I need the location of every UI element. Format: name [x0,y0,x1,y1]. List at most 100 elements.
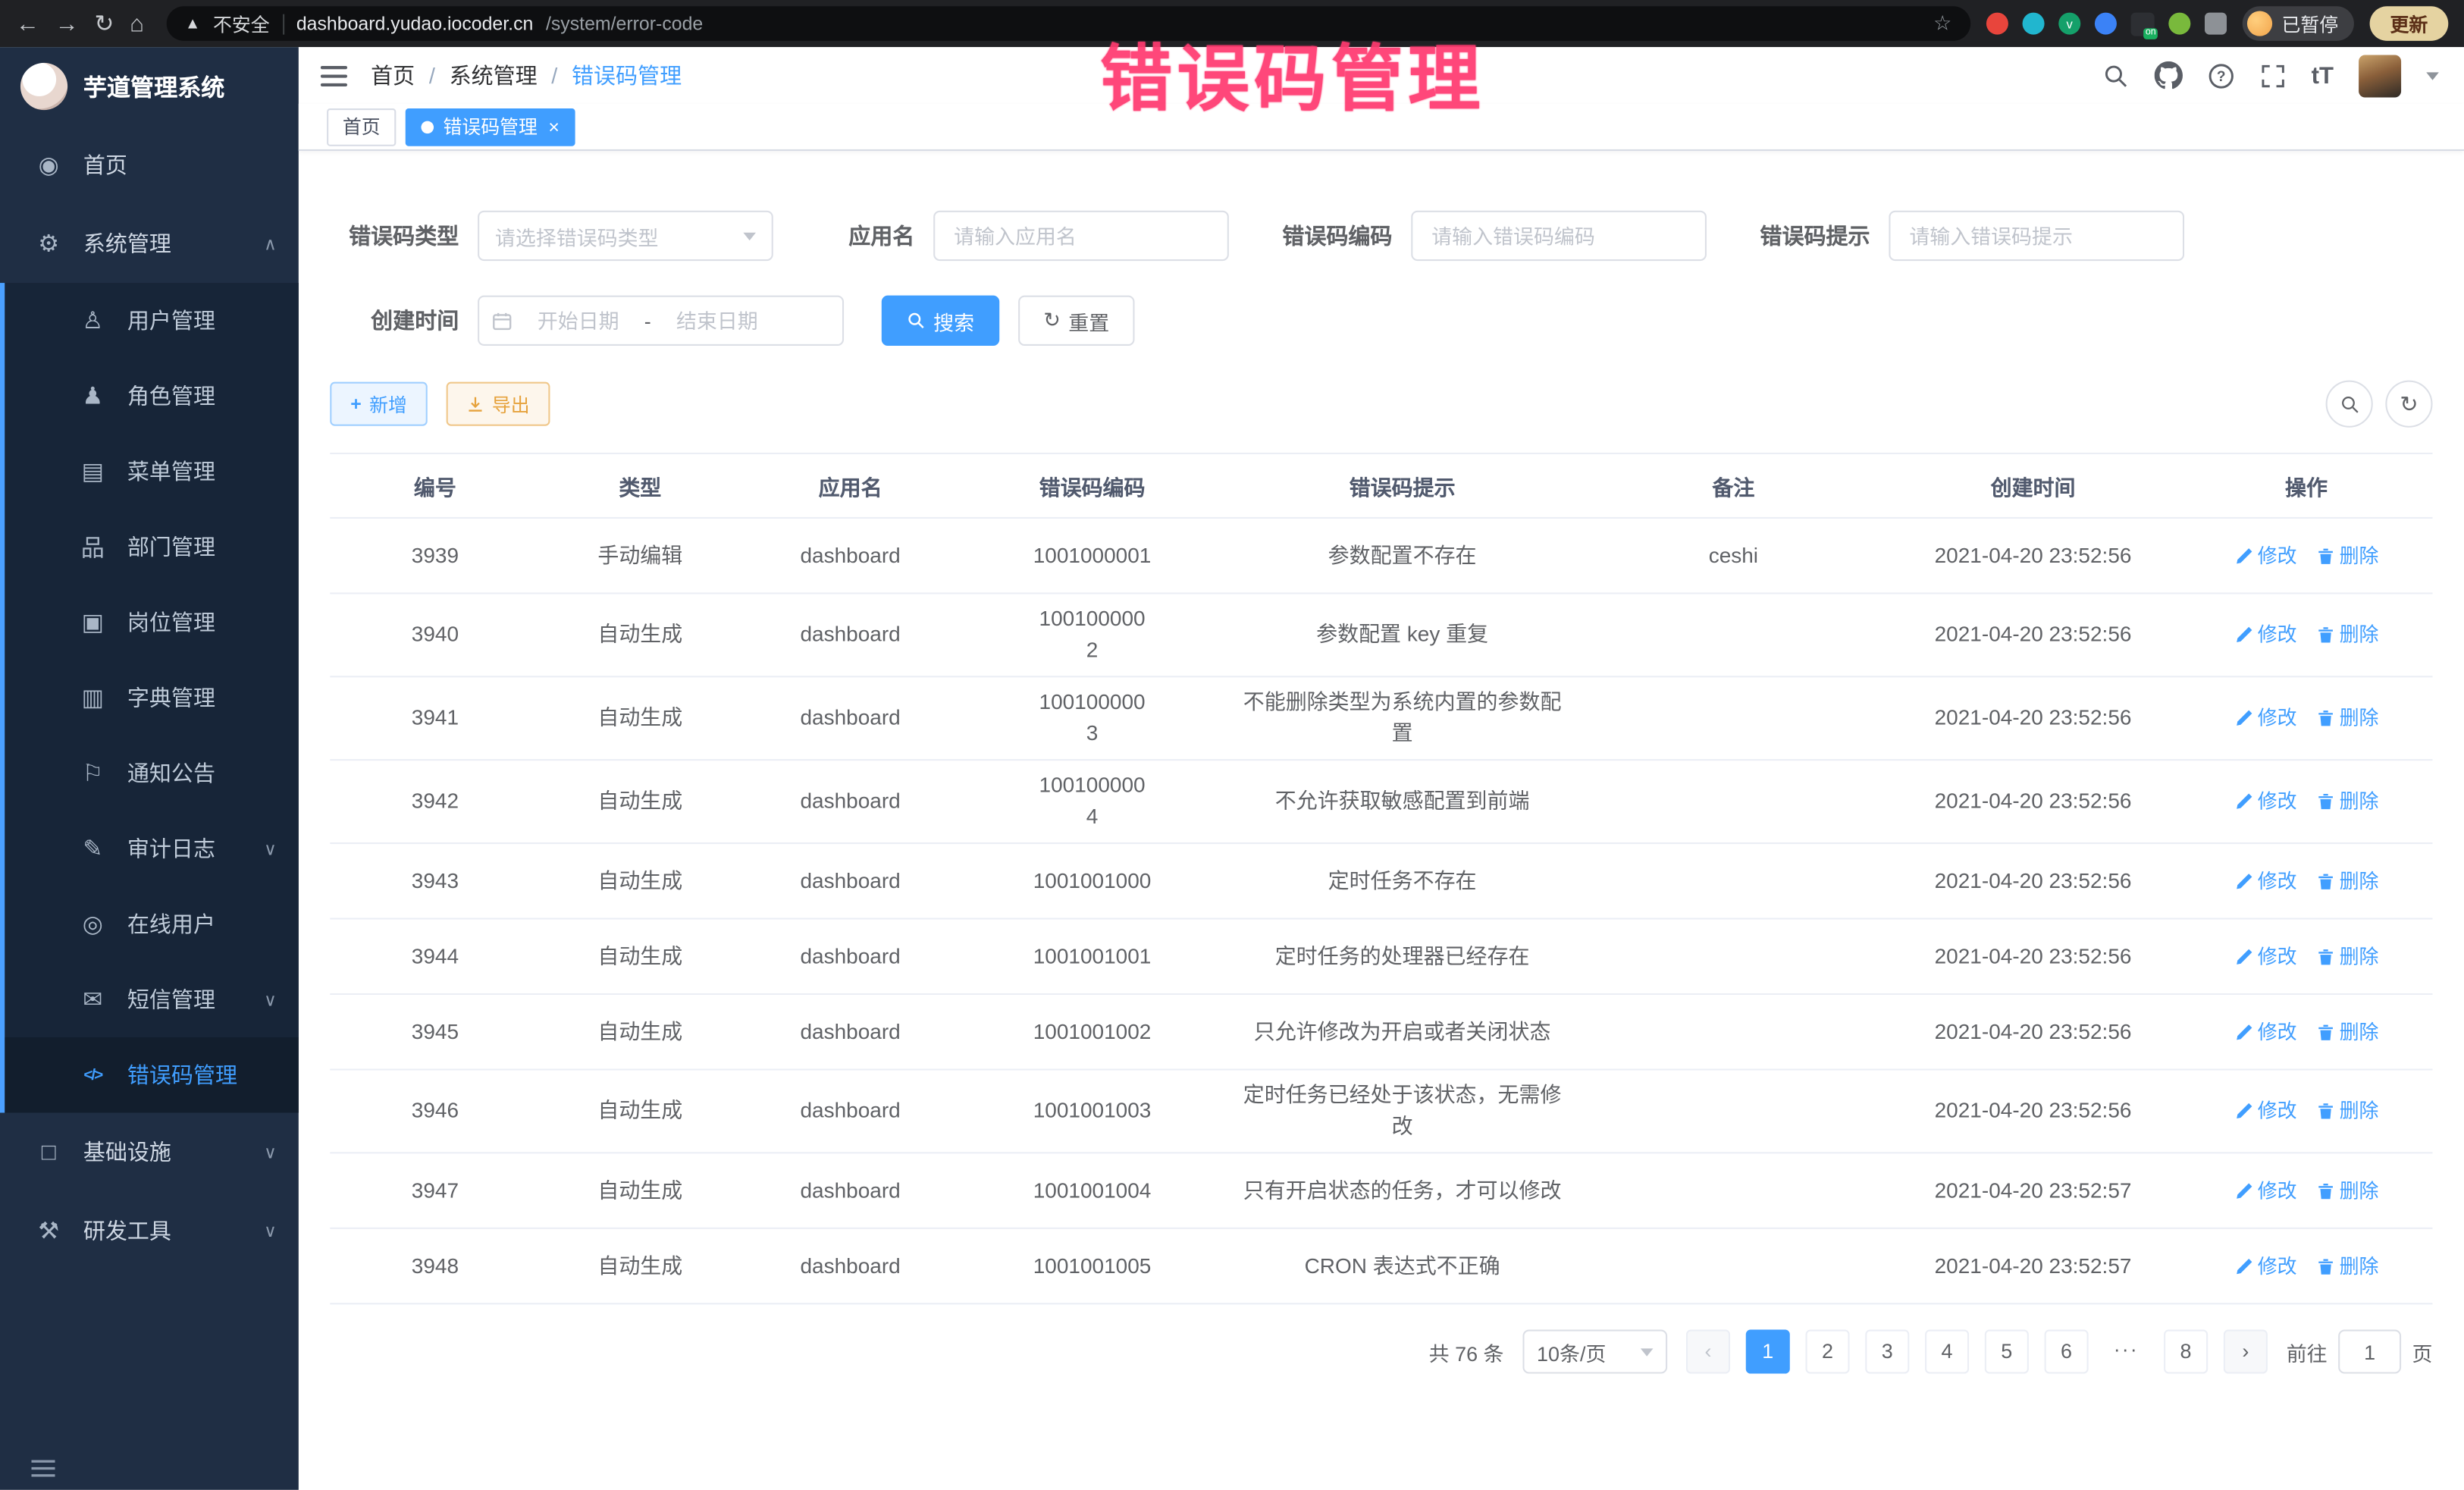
delete-link[interactable]: 删除 [2315,786,2378,817]
page-button-3[interactable]: 3 [1865,1330,1909,1374]
sidebar-item-infra[interactable]: □基础设施∨ [0,1112,299,1191]
toggle-search-button[interactable] [2326,381,2373,428]
export-button[interactable]: 导出 [447,382,550,426]
breadcrumb-home[interactable]: 首页 [371,60,415,91]
add-button[interactable]: + 新增 [330,382,428,426]
extensions-puzzle-icon[interactable] [2205,13,2227,35]
edit-link[interactable]: 修改 [2234,540,2297,571]
bookmark-star-icon[interactable]: ☆ [1933,11,1951,36]
error-code-input[interactable] [1411,211,1707,261]
create-time-range-picker[interactable]: - [478,296,844,346]
page-button-4[interactable]: 4 [1925,1330,1969,1374]
extension-icon-leaf[interactable] [2168,13,2190,35]
search-icon[interactable] [2102,62,2129,89]
edit-link[interactable]: 修改 [2234,1016,2297,1047]
browser-profile-chip[interactable]: 已暂停 [2243,6,2354,41]
back-icon[interactable]: ← [16,12,39,36]
end-date-input[interactable] [657,309,777,332]
extension-icon-teal[interactable] [2023,13,2045,35]
page-button-6[interactable]: 6 [2045,1330,2089,1374]
forward-icon[interactable]: → [55,12,79,36]
extension-icon-blue[interactable] [2095,13,2117,35]
font-size-icon[interactable]: tT [2312,62,2334,89]
fullscreen-icon[interactable] [2259,62,2286,89]
sidebar-item-sms[interactable]: ✉短信管理∨ [5,961,299,1037]
logo-row[interactable]: 芋道管理系统 [0,47,299,126]
sidebar-item-log[interactable]: ✎审计日志∨ [5,811,299,886]
edit-link[interactable]: 修改 [2234,1096,2297,1127]
sidebar-item-post[interactable]: ▣岗位管理 [5,585,299,660]
sidebar-item-online[interactable]: ◎在线用户 [5,886,299,961]
edit-link[interactable]: 修改 [2234,620,2297,651]
extension-icon-red[interactable] [1986,13,2008,35]
sidebar-item-org[interactable]: 品部门管理 [5,510,299,585]
reload-icon[interactable]: ↻ [94,12,114,36]
delete-link[interactable]: 删除 [2315,620,2378,651]
search-button[interactable]: 搜索 [882,296,999,346]
page-button-1[interactable]: 1 [1746,1330,1790,1374]
tab-error-code[interactable]: 错误码管理 × [406,108,575,146]
sidebar-toggle-icon[interactable] [321,65,347,86]
sms-icon: ✉ [75,986,110,1014]
error-type-select[interactable]: 请选择错误码类型 [478,211,773,261]
prev-page-button[interactable]: ‹ [1686,1330,1730,1374]
app-name-input[interactable] [933,211,1229,261]
delete-link[interactable]: 删除 [2315,865,2378,896]
extension-icon-on-badge[interactable]: on [2131,12,2155,36]
help-icon[interactable]: ? [2208,62,2234,89]
sidebar-item-code[interactable]: </>错误码管理 [5,1037,299,1112]
sidebar-item-dict[interactable]: ▥字典管理 [5,660,299,736]
table-row: 3940自动生成dashboard100100000 2参数配置 key 重复2… [330,594,2432,677]
edit-link[interactable]: 修改 [2234,1250,2297,1281]
delete-link[interactable]: 删除 [2315,1250,2378,1281]
page-ellipsis[interactable]: ··· [2104,1330,2148,1374]
edit-link[interactable]: 修改 [2234,786,2297,817]
delete-link[interactable]: 删除 [2315,540,2378,571]
user-avatar[interactable] [2359,55,2401,97]
sidebar-item-users[interactable]: ♟角色管理 [5,359,299,434]
delete-link[interactable]: 删除 [2315,1175,2378,1206]
sidebar-item-label: 审计日志 [127,833,215,864]
page-button-5[interactable]: 5 [1985,1330,2029,1374]
github-icon[interactable] [2154,61,2182,89]
extension-icon-check[interactable]: v [2058,13,2080,35]
sidebar-item-home[interactable]: ◉首页 [0,126,299,205]
home-icon[interactable]: ⌂ [130,12,144,36]
cell-time: 2021-04-20 23:52:56 [1886,856,2180,906]
delete-link[interactable]: 删除 [2315,941,2378,972]
breadcrumb-system[interactable]: 系统管理 [450,60,538,91]
collapse-icon[interactable] [31,1460,55,1478]
avatar-dropdown-icon[interactable] [2426,71,2439,79]
sidebar-item-tools[interactable]: ⚒研发工具∨ [0,1191,299,1270]
delete-link[interactable]: 删除 [2315,1016,2378,1047]
cell-hint: 只允许修改为开启或者关闭状态 [1224,1007,1581,1057]
goto-page-input[interactable] [2338,1330,2401,1374]
page-size-select[interactable]: 10条/页 [1522,1330,1667,1374]
sidebar-item-user[interactable]: ♙用户管理 [5,283,299,358]
edit-link[interactable]: 修改 [2234,702,2297,733]
page-button-2[interactable]: 2 [1805,1330,1849,1374]
tab-home[interactable]: 首页 [327,108,396,146]
home-icon: ◉ [31,151,66,179]
start-date-input[interactable] [519,309,638,332]
next-page-button[interactable]: › [2224,1330,2268,1374]
header-hint: 错误码提示 [1224,454,1581,517]
edit-link[interactable]: 修改 [2234,1175,2297,1206]
tab-close-icon[interactable]: × [548,115,560,137]
sidebar-item-menu[interactable]: ▤菜单管理 [5,434,299,509]
reset-button[interactable]: ↻ 重置 [1018,296,1134,346]
browser-update-button[interactable]: 更新 [2370,6,2449,41]
sidebar-item-notice[interactable]: ⚐通知公告 [5,736,299,811]
delete-link[interactable]: 删除 [2315,702,2378,733]
error-hint-input[interactable] [1889,211,2184,261]
insecure-warning-icon: ▲ [185,15,201,33]
sidebar-item-gear[interactable]: ⚙系统管理∧ [0,204,299,283]
delete-link[interactable]: 删除 [2315,1096,2378,1127]
edit-link[interactable]: 修改 [2234,865,2297,896]
address-bar[interactable]: ▲ 不安全 dashboard.yudao.iocoder.cn/system/… [166,6,1970,41]
page-button-8[interactable]: 8 [2164,1330,2208,1374]
cell-time: 2021-04-20 23:52:57 [1886,1165,2180,1216]
edit-link[interactable]: 修改 [2234,941,2297,972]
refresh-table-button[interactable]: ↻ [2385,381,2432,428]
cell-id: 3943 [330,856,540,906]
